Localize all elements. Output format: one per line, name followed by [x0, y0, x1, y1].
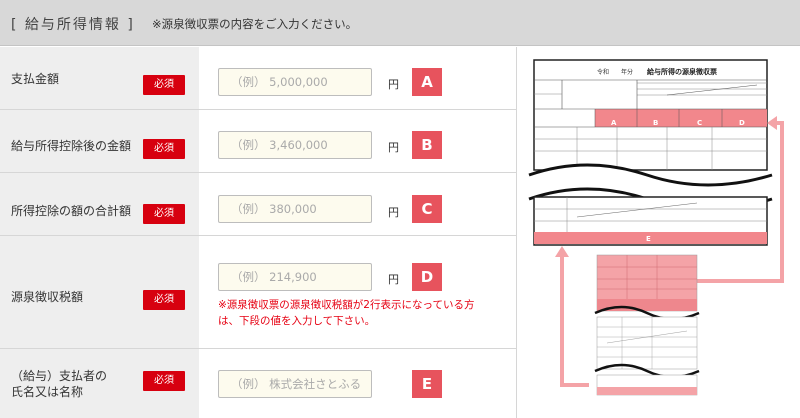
- marker-badge-c: C: [412, 195, 442, 223]
- slip-marker-b: B: [653, 119, 658, 127]
- withholding-slip-illustration: 令和 年分 給与所得の源泉徴収票 A B C D E: [517, 47, 800, 418]
- payer-name-input[interactable]: [218, 370, 372, 398]
- required-badge: 必須: [143, 290, 185, 310]
- form-row-payment-amount: 支払金額 必須 円 A: [0, 47, 516, 110]
- slip-marker-e: E: [646, 235, 651, 243]
- salary-income-form: 支払金額 必須 円 A 給与所得控除後の金額 必須 円 B 所得控除の額の合計額…: [0, 47, 516, 418]
- slip-bottom: E: [533, 196, 768, 246]
- marker-badge-b: B: [412, 131, 442, 159]
- field-label: （給与）支払者の: [11, 369, 108, 383]
- form-row-payer-name: （給与）支払者の 氏名又は名称 必須 E: [0, 349, 516, 418]
- marker-badge-e: E: [412, 370, 442, 398]
- label-cell: （給与）支払者の 氏名又は名称 必須: [0, 349, 199, 418]
- slip-top: 令和 年分 給与所得の源泉徴収票 A B C D: [533, 59, 768, 171]
- slip-thumbnail: [594, 254, 700, 396]
- slip-form-title: 給与所得の源泉徴収票: [647, 67, 717, 76]
- payment-amount-input[interactable]: [218, 68, 372, 96]
- unit-label: 円: [388, 141, 399, 154]
- field-label: 所得控除の額の合計額: [11, 204, 132, 218]
- label-cell: 所得控除の額の合計額 必須: [0, 173, 199, 235]
- arrow-head-right: [767, 116, 777, 130]
- label-cell: 源泉徴収税額 必須: [0, 236, 199, 348]
- required-badge: 必須: [143, 139, 185, 159]
- warning-line: ※源泉徴収票の源泉徴収税額が2行表示になっている方: [218, 299, 475, 311]
- marker-badge-d: D: [412, 263, 442, 291]
- unit-label: 円: [388, 206, 399, 219]
- form-row-withholding-tax: 源泉徴収税額 必須 円 D ※源泉徴収票の源泉徴収税額が2行表示になっている方 …: [0, 236, 516, 349]
- field-label: 給与所得控除後の金額: [11, 139, 132, 153]
- unit-label: 円: [388, 78, 399, 91]
- field-label: 源泉徴収税額: [11, 290, 84, 304]
- form-row-income-after-deduction: 給与所得控除後の金額 必須 円 B: [0, 110, 516, 173]
- total-deductions-input[interactable]: [218, 195, 372, 223]
- label-cell: 支払金額 必須: [0, 47, 199, 109]
- slip-marker-c: C: [697, 119, 702, 127]
- marker-badge-a: A: [412, 68, 442, 96]
- slip-diagram: 令和 年分 給与所得の源泉徴収票 A B C D E: [528, 59, 784, 396]
- form-row-total-deductions: 所得控除の額の合計額 必須 円 C: [0, 173, 516, 236]
- era-label: 令和: [597, 68, 609, 76]
- section-title: [ 給与所得情報 ]: [11, 17, 135, 33]
- warning-line: は、下段の値を入力して下さい。: [218, 315, 376, 327]
- slip-marker-a: A: [611, 119, 617, 127]
- arrow-head-up: [555, 246, 569, 257]
- field-label: 氏名又は名称: [11, 385, 84, 399]
- section-note: ※源泉徴収票の内容をご入力ください。: [152, 17, 358, 31]
- section-header: [ 給与所得情報 ] ※源泉徴収票の内容をご入力ください。: [0, 0, 800, 46]
- required-badge: 必須: [143, 204, 185, 224]
- income-after-deduction-input[interactable]: [218, 131, 372, 159]
- required-badge: 必須: [143, 75, 185, 95]
- withholding-tax-input[interactable]: [218, 263, 372, 291]
- field-label: 支払金額: [11, 72, 60, 86]
- unit-label: 円: [388, 273, 399, 286]
- required-badge: 必須: [143, 371, 185, 391]
- year-label: 年分: [621, 68, 633, 76]
- label-cell: 給与所得控除後の金額 必須: [0, 110, 199, 172]
- slip-marker-d: D: [739, 119, 745, 127]
- withholding-warning: ※源泉徴収票の源泉徴収税額が2行表示になっている方 は、下段の値を入力して下さい…: [218, 297, 508, 329]
